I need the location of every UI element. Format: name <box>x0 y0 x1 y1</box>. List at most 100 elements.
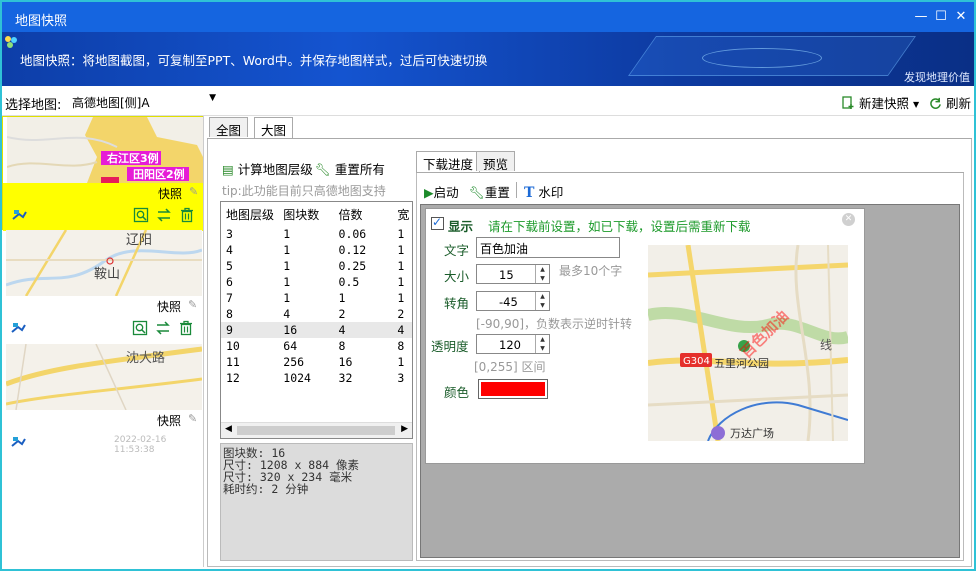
table-row[interactable]: 7 1 1 1 <box>221 290 412 306</box>
size-stepper[interactable]: 15 ▲ ▼ <box>476 264 550 284</box>
refresh-icon <box>930 97 941 109</box>
text-t-icon: T <box>524 185 535 201</box>
table-row[interactable]: 5 1 0.25 1 <box>221 258 412 274</box>
show-checkbox[interactable]: ✓ <box>431 215 444 230</box>
download-tabbar: 下载进度 预览 <box>416 151 964 173</box>
table-cell: 0.12 <box>338 243 367 257</box>
calc-levels-button[interactable]: ▤ 计算地图层级 <box>222 159 313 178</box>
scroll-left-icon[interactable]: ◀ <box>225 424 232 434</box>
table-row[interactable]: 12 1024 32 3 <box>221 370 412 386</box>
watermark-button[interactable]: T 水印 <box>524 182 563 201</box>
map-label: 田阳区2例 <box>133 167 185 181</box>
snapshot-actions: 2022-02-16 11:53:38 <box>2 431 203 455</box>
map-label: 万达广场 <box>730 426 774 440</box>
road-badge: G304 <box>683 356 710 367</box>
preview-icon[interactable] <box>132 320 148 336</box>
map-label: 右江区3例 <box>106 151 159 165</box>
levels-table[interactable]: 地图层级 图块数 倍数 宽 3 1 0.06 1 4 1 0.12 1 5 1 0.25 1 6 1 0.5… <box>220 201 413 439</box>
start-button[interactable]: ▶启动 <box>424 182 459 201</box>
opacity-stepper[interactable]: 120 ▲ ▼ <box>476 334 550 354</box>
table-cell: 0.25 <box>338 259 367 273</box>
watermark-notice: 请在下载前设置，如已下载，设置后需重新下载 <box>488 219 751 234</box>
table-cell: 4 <box>333 322 393 338</box>
table-row[interactable]: 4 1 0.12 1 <box>221 242 412 258</box>
map-select[interactable]: 高德地图[侧]A ▼ <box>68 91 220 111</box>
edit-icon[interactable]: ✎ <box>188 298 197 311</box>
text-label: 文字 <box>444 243 470 258</box>
snapshot-item[interactable]: 右江区3例 田阳区2例 快照 ✎ <box>2 116 203 231</box>
table-cell: 4 <box>283 307 291 321</box>
scroll-right-icon[interactable]: ▶ <box>401 424 408 434</box>
close-button[interactable]: ✕ <box>952 8 970 26</box>
scrollbar-thumb[interactable] <box>237 426 395 435</box>
banner-slogan: 发现地理价值 <box>904 71 970 84</box>
table-row[interactable]: 9 16 4 4 <box>221 322 412 338</box>
column-header[interactable]: 宽 <box>392 202 412 226</box>
map-layer-icon[interactable] <box>10 320 26 336</box>
table-cell: 0.5 <box>338 275 360 289</box>
tab-download-progress[interactable]: 下载进度 <box>416 151 481 172</box>
tab-full-map[interactable]: 全图 <box>209 117 249 138</box>
tile-info-box: 图块数: 16 尺寸: 1208 x 884 像素 尺寸: 320 x 234 … <box>220 443 413 561</box>
reset-all-label: 重置所有 <box>334 162 385 177</box>
toolbar-divider <box>516 182 517 198</box>
table-cell: 1 <box>397 243 405 257</box>
delete-icon[interactable] <box>178 320 194 336</box>
watermark-text-input[interactable]: 百色加油 <box>476 237 620 258</box>
minimize-button[interactable]: — <box>912 8 930 26</box>
header-banner: 地图快照：将地图截图，可复制至PPT、Word中。并保存地图样式，过后可快速切换… <box>2 32 974 86</box>
start-label: 启动 <box>433 185 459 200</box>
new-snapshot-button[interactable]: 新建快照 ▼ <box>841 93 919 112</box>
opacity-value: 120 <box>499 338 521 352</box>
refresh-button[interactable]: 刷新 <box>929 93 971 112</box>
edit-icon[interactable]: ✎ <box>188 412 197 425</box>
table-cell: 1 <box>283 259 291 273</box>
snapshot-item[interactable]: 沈大路 快照 ✎ 2022-02-16 11:53:38 <box>2 344 203 458</box>
column-header[interactable]: 图块数 <box>278 202 333 226</box>
switch-icon[interactable] <box>156 207 172 223</box>
stepper-arrows-icon[interactable]: ▲ ▼ <box>535 265 549 283</box>
table-row[interactable]: 3 1 0.06 1 <box>221 226 412 242</box>
maximize-button[interactable]: ☐ <box>932 8 950 26</box>
table-cell: 1 <box>283 291 291 305</box>
table-row[interactable]: 11 256 16 1 <box>221 354 412 370</box>
snapshot-list[interactable]: 右江区3例 田阳区2例 快照 ✎ 辽阳 鞍山 快照 ✎ 沈大路 快照 ✎ 202… <box>2 116 204 567</box>
delete-icon[interactable] <box>179 207 195 223</box>
snapshot-item[interactable]: 辽阳 鞍山 快照 ✎ <box>2 230 203 344</box>
table-cell: 16 <box>278 322 334 338</box>
table-cell: 7 <box>226 291 233 305</box>
table-cell: 32 <box>338 371 353 385</box>
opacity-label: 透明度 <box>431 339 469 354</box>
top-toolbar: 选择地图: 高德地图[侧]A ▼ 新建快照 ▼ 刷新 <box>2 86 974 116</box>
color-label: 颜色 <box>444 385 470 400</box>
rotate-stepper[interactable]: -45 ▲ ▼ <box>476 291 550 311</box>
table-cell: 1 <box>283 243 291 257</box>
preview-icon[interactable] <box>133 207 149 223</box>
tab-preview[interactable]: 预览 <box>476 151 516 172</box>
snapshot-actions <box>3 204 203 226</box>
table-row[interactable]: 8 4 2 2 <box>221 306 412 322</box>
map-label: 鞍山 <box>94 266 120 282</box>
close-icon[interactable]: ✕ <box>842 213 855 226</box>
reset-all-button[interactable]: 🔧︎ 重置所有 <box>315 159 385 178</box>
tab-big-map[interactable]: 大图 <box>254 117 294 138</box>
title-bar[interactable]: 地图快照 — ☐ ✕ <box>2 2 974 32</box>
horizontal-scrollbar[interactable]: ◀ ▶ <box>221 422 412 438</box>
color-picker[interactable] <box>478 379 548 399</box>
table-cell: 2 <box>338 307 346 321</box>
table-row[interactable]: 10 64 8 8 <box>221 338 412 354</box>
edit-icon[interactable]: ✎ <box>189 185 198 198</box>
map-layer-icon[interactable] <box>10 434 26 450</box>
column-header[interactable]: 地图层级 <box>221 202 278 226</box>
stepper-arrows-icon[interactable]: ▲ ▼ <box>535 335 549 353</box>
table-row[interactable]: 6 1 0.5 1 <box>221 274 412 290</box>
table-cell: 8 <box>338 339 346 353</box>
map-layer-icon[interactable] <box>11 207 27 223</box>
table-cell: 4 <box>226 243 233 257</box>
column-header[interactable]: 倍数 <box>334 202 393 226</box>
table-cell: 1 <box>397 259 405 273</box>
reset-button[interactable]: 🔧︎重置 <box>469 182 510 201</box>
reset-label: 重置 <box>484 185 510 200</box>
switch-icon[interactable] <box>155 320 171 336</box>
stepper-arrows-icon[interactable]: ▲ ▼ <box>535 292 549 310</box>
